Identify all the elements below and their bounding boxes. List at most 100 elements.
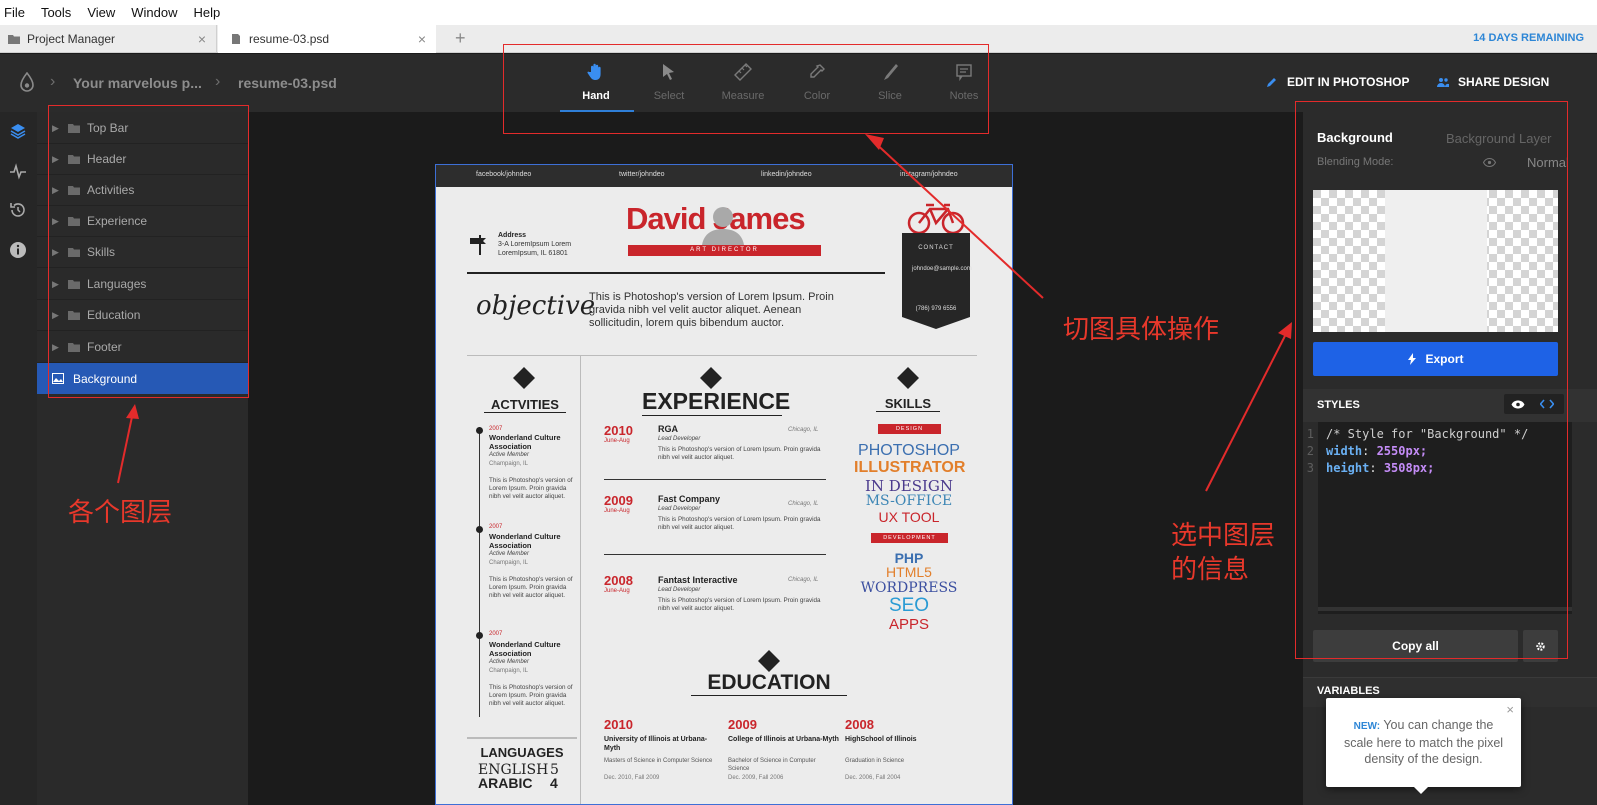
expand-arrow-icon[interactable]: ▶	[52, 123, 59, 134]
ruler-icon	[734, 63, 752, 81]
export-button[interactable]: Export	[1313, 342, 1558, 376]
resume-document: facebook/johndeo twitter/johndeo linkedi…	[435, 164, 1013, 805]
blending-mode-label: Blending Mode:	[1317, 156, 1394, 168]
layer-item[interactable]: ▶ Skills	[37, 237, 248, 268]
experience-year: 2010	[604, 423, 633, 438]
expand-arrow-icon[interactable]: ▶	[52, 342, 59, 353]
education-school: HighSchool of Illinois	[845, 736, 917, 743]
experience-company: RGA	[658, 424, 678, 434]
experience-heading: EXPERIENCE	[642, 388, 791, 416]
tab-resume-psd[interactable]: resume-03.psd ×	[218, 25, 436, 53]
close-icon[interactable]: ×	[1506, 702, 1514, 718]
line-number: 3	[1306, 461, 1314, 475]
resume-role: ART DIRECTOR	[690, 247, 759, 253]
layer-item[interactable]: ▶ Header	[37, 144, 248, 175]
expand-arrow-icon[interactable]: ▶	[52, 310, 59, 321]
expand-arrow-icon[interactable]: ▶	[52, 154, 59, 165]
layers-icon[interactable]	[9, 122, 27, 140]
preview-eye-icon[interactable]	[1511, 400, 1525, 409]
skills-design-label: DESIGN	[895, 426, 924, 432]
skill-item: APPS	[888, 616, 930, 633]
expand-arrow-icon[interactable]: ▶	[52, 185, 59, 196]
styles-label: STYLES	[1317, 399, 1360, 411]
layer-item[interactable]: ▶ Experience	[37, 206, 248, 237]
activity-year: 2007	[489, 524, 503, 530]
tool-slice[interactable]: Slice	[855, 62, 925, 102]
activity-icon[interactable]	[9, 162, 27, 180]
layer-item[interactable]: ▶ Top Bar	[37, 113, 248, 144]
skill-item: MS-OFFICE	[865, 493, 953, 509]
design-canvas[interactable]: facebook/johndeo twitter/johndeo linkedi…	[248, 112, 1303, 805]
address-line: 3-A LoremIpsum Lorem	[498, 241, 572, 248]
history-icon[interactable]	[9, 201, 27, 219]
eye-icon[interactable]	[1483, 158, 1496, 167]
experience-role: Lead Developer	[658, 587, 701, 593]
copy-all-button[interactable]: Copy all	[1313, 630, 1518, 662]
tool-hand[interactable]: Hand	[561, 62, 631, 102]
layer-item[interactable]: ▶ Education	[37, 300, 248, 331]
variables-label: VARIABLES	[1317, 685, 1380, 697]
menu-window[interactable]: Window	[131, 5, 177, 20]
code-icon[interactable]	[1540, 399, 1554, 409]
divider	[604, 554, 826, 555]
layer-item[interactable]: ▶ Languages	[37, 269, 248, 300]
experience-year: 2008	[604, 573, 633, 588]
menu-file[interactable]: File	[4, 5, 25, 20]
horizontal-scrollbar[interactable]	[1318, 607, 1572, 611]
edit-in-photoshop-button[interactable]: EDIT IN PHOTOSHOP	[1266, 75, 1409, 89]
layer-item[interactable]: ▶ Footer	[37, 332, 248, 363]
activities-heading: ACTVITIES	[484, 397, 566, 413]
layer-item-selected[interactable]: Background	[37, 363, 248, 394]
users-icon	[1437, 78, 1449, 87]
blending-mode-value[interactable]: Normal	[1527, 155, 1569, 170]
layer-name: Background	[1317, 130, 1393, 145]
tool-notes[interactable]: Notes	[929, 62, 999, 102]
language-level: 4	[550, 775, 558, 791]
tool-select[interactable]: Select	[634, 62, 704, 102]
activity-role: Active Member	[489, 659, 530, 665]
tab-label: Project Manager	[27, 32, 116, 46]
breadcrumb-file[interactable]: resume-03.psd	[238, 75, 337, 91]
line-number: 1	[1306, 427, 1314, 441]
social-facebook: facebook/johndeo	[476, 171, 532, 178]
share-design-button[interactable]: SHARE DESIGN	[1437, 75, 1549, 89]
layer-label: Experience	[87, 214, 148, 228]
gear-icon	[1536, 641, 1545, 651]
divider	[467, 355, 977, 356]
tab-project-manager[interactable]: Project Manager ×	[0, 25, 217, 53]
expand-arrow-icon[interactable]: ▶	[52, 279, 59, 290]
tool-color[interactable]: Color	[782, 62, 852, 102]
info-icon[interactable]	[9, 241, 27, 259]
education-year: 2009	[728, 717, 757, 732]
select-arrow-icon	[663, 64, 674, 80]
layer-label: Footer	[87, 340, 122, 354]
layer-label: Top Bar	[87, 121, 129, 135]
layer-item[interactable]: ▶ Activities	[37, 175, 248, 206]
expand-arrow-icon[interactable]: ▶	[52, 216, 59, 227]
bicycle-icon	[907, 203, 965, 235]
tool-label: Slice	[878, 90, 902, 102]
layer-label: Background	[73, 371, 138, 386]
new-tab-button[interactable]: +	[455, 28, 466, 49]
tab-close-icon[interactable]: ×	[198, 31, 206, 47]
expand-arrow-icon[interactable]: ▶	[52, 247, 59, 258]
tool-measure[interactable]: Measure	[708, 62, 778, 102]
tab-close-icon[interactable]: ×	[418, 31, 426, 47]
activity-place: Champaign, IL	[489, 668, 529, 674]
menu-view[interactable]: View	[87, 5, 115, 20]
activity-text: This is Photoshop's version of Lorem Ips…	[489, 576, 573, 599]
folder-icon	[68, 343, 80, 352]
breadcrumb-project[interactable]: Your marvelous p...	[73, 75, 202, 91]
css-property: height	[1326, 461, 1370, 475]
code-settings-button[interactable]	[1523, 630, 1558, 662]
tab-bar: Project Manager × resume-03.psd × + 14 D…	[0, 25, 1597, 53]
trial-days-remaining[interactable]: 14 DAYS REMAINING	[1473, 32, 1584, 44]
eyedropper-icon	[810, 64, 825, 78]
diamond-icon	[758, 650, 780, 672]
css-code-block[interactable]: 1 /* Style for "Background" */ 2 width: …	[1307, 422, 1572, 614]
menu-tools[interactable]: Tools	[41, 5, 71, 20]
avocode-logo-icon[interactable]	[20, 72, 34, 92]
activity-role: Active Member	[489, 551, 530, 557]
menu-help[interactable]: Help	[194, 5, 221, 20]
timeline-line	[479, 427, 480, 717]
